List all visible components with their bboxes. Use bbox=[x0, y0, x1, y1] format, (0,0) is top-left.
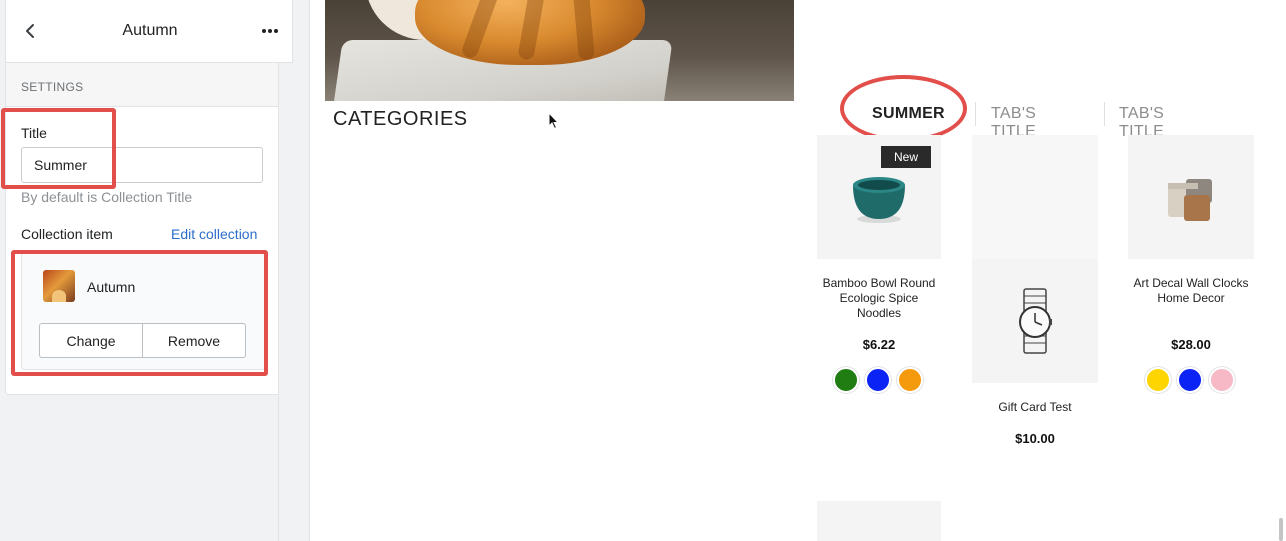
color-swatch-blue[interactable] bbox=[865, 367, 891, 393]
color-swatch-orange[interactable] bbox=[897, 367, 923, 393]
product-price: $28.00 bbox=[1171, 337, 1211, 352]
tab-divider bbox=[1104, 102, 1105, 126]
preview-scrollbar[interactable] bbox=[1276, 0, 1286, 541]
more-horizontal-icon bbox=[262, 29, 278, 33]
color-swatch-yellow[interactable] bbox=[1145, 367, 1171, 393]
app-root: Autumn SETTINGS Title By default is Coll… bbox=[0, 0, 1286, 541]
hero-image bbox=[325, 0, 794, 101]
panel-title: Autumn bbox=[122, 22, 178, 39]
product-image-baskets[interactable] bbox=[1128, 135, 1254, 259]
collection-button-group: Change Remove bbox=[39, 323, 246, 358]
product-price: $10.00 bbox=[1015, 431, 1055, 446]
product-name[interactable]: Gift Card Test bbox=[973, 400, 1097, 415]
panel-scrollbar[interactable] bbox=[278, 63, 293, 541]
watch-icon bbox=[1019, 288, 1052, 354]
color-swatch-green[interactable] bbox=[833, 367, 859, 393]
categories-heading: CATEGORIES bbox=[333, 108, 468, 130]
tab-divider bbox=[975, 102, 976, 126]
color-swatch-pink[interactable] bbox=[1209, 367, 1235, 393]
product-image-gift-card-top[interactable] bbox=[972, 135, 1098, 259]
edit-collection-link[interactable]: Edit collection bbox=[171, 226, 257, 242]
title-input[interactable] bbox=[21, 147, 263, 183]
product-name[interactable]: Art Decal Wall Clocks Home Decor bbox=[1129, 276, 1253, 306]
title-help-text: By default is Collection Title bbox=[21, 189, 193, 205]
collection-item-label: Collection item bbox=[21, 226, 113, 242]
back-button[interactable] bbox=[20, 20, 40, 42]
preview-scrollbar-thumb[interactable] bbox=[1279, 518, 1283, 541]
product-image-watch[interactable] bbox=[972, 259, 1098, 383]
settings-section-header: SETTINGS bbox=[6, 63, 292, 107]
remove-button[interactable]: Remove bbox=[142, 324, 245, 357]
collection-thumbnail bbox=[43, 270, 75, 302]
product-price: $6.22 bbox=[862, 337, 896, 352]
thumbnail-path-shape bbox=[52, 290, 66, 302]
panel-header: Autumn bbox=[6, 0, 292, 63]
baskets-icon bbox=[1168, 179, 1212, 221]
storefront-preview: CATEGORIES SUMMER TAB'S TITLE TAB'S TITL… bbox=[309, 0, 1286, 541]
title-field-label: Title bbox=[21, 125, 47, 141]
collection-card: Autumn Change Remove bbox=[21, 253, 265, 370]
chevron-left-icon bbox=[26, 24, 34, 38]
settings-panel: Autumn SETTINGS Title By default is Coll… bbox=[5, 0, 293, 395]
settings-section-label: SETTINGS bbox=[21, 80, 84, 94]
collection-name: Autumn bbox=[87, 279, 136, 295]
new-badge: New bbox=[881, 146, 931, 168]
tab-summer[interactable]: SUMMER bbox=[872, 105, 945, 123]
product-name[interactable]: Bamboo Bowl Round Ecologic Spice Noodles bbox=[817, 276, 941, 321]
change-button[interactable]: Change bbox=[40, 324, 142, 357]
product-image-partial[interactable] bbox=[817, 501, 941, 541]
more-options-button[interactable] bbox=[258, 20, 282, 42]
mouse-cursor-icon bbox=[548, 112, 560, 130]
color-swatch-blue[interactable] bbox=[1177, 367, 1203, 393]
